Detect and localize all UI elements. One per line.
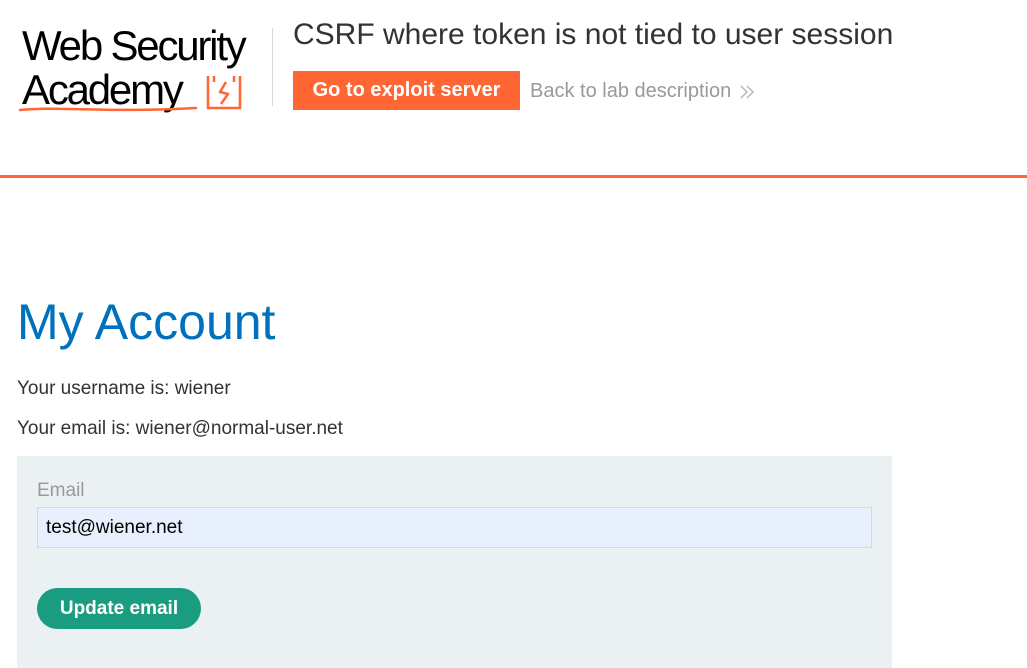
page: Web Security Academy CSRF where token is… [0,0,1027,668]
double-chevron-right-icon [740,85,755,99]
email-field-label: Email [37,480,85,501]
email-info: Your email is: wiener@normal-user.net [17,418,343,439]
username-info: Your username is: wiener [17,378,231,399]
update-email-button[interactable]: Update email [37,588,201,629]
header: Web Security Academy CSRF where token is… [0,0,1027,178]
web-security-academy-logo[interactable]: Web Security Academy [18,22,270,118]
page-title: My Account [17,294,276,350]
back-link-label: Back to lab description [530,80,732,102]
back-to-lab-description-link[interactable]: Back to lab description [530,78,755,104]
header-divider [272,28,273,106]
logo-text-line1: Web Security [22,22,247,69]
logo-underline [18,106,198,112]
lab-flask-icon [206,76,242,110]
go-to-exploit-server-button[interactable]: Go to exploit server [293,71,520,110]
email-input[interactable] [37,507,872,548]
lab-title: CSRF where token is not tied to user ses… [293,18,894,51]
change-email-form: Email Update email [17,456,892,668]
